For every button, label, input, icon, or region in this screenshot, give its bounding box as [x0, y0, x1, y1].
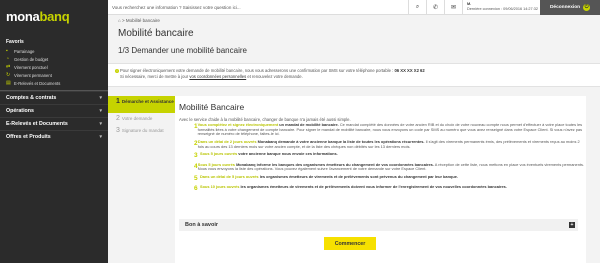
favorite-item-virement-ponctuel[interactable]: ⇄ Virement ponctuel: [0, 63, 108, 71]
search-input[interactable]: Vous recherchez une information ? Saisis…: [108, 0, 408, 15]
power-icon: ⏻: [583, 3, 591, 11]
home-icon[interactable]: ⌂: [118, 18, 121, 23]
nav-erelevés-documents[interactable]: E-Relevés et Documents ▾: [0, 117, 108, 130]
last-login: Dernière connexion : 09/06/2016 14:27:32: [467, 6, 538, 11]
favorites-title: Favoris: [6, 39, 24, 45]
chevron-down-icon: ▾: [99, 134, 102, 140]
info-box: i Pour signer électroniquement votre dem…: [108, 63, 600, 87]
list-item: 5 Dans un délai de 5 jours ouvrés les org…: [194, 173, 458, 182]
mail-icon[interactable]: ✉: [444, 0, 462, 15]
nav-comptes-contrats[interactable]: Comptes & contrats ▾: [0, 91, 108, 104]
step-title: 1/3 Demander une mobilité bancaire: [118, 46, 247, 55]
favorite-item-budget[interactable]: ◔ Gestion de budget: [0, 55, 108, 63]
bon-a-savoir-toggle[interactable]: Bon à savoir +: [179, 219, 578, 231]
list-item: 1 Vous complétez et signez électroniqueme…: [194, 122, 583, 137]
user-info[interactable]: M. Dernière connexion : 09/06/2016 14:27…: [462, 0, 540, 15]
personal-info-link[interactable]: vos coordonnées personnelles: [189, 74, 246, 79]
pie-chart-icon: ◔: [6, 55, 10, 62]
favorite-item-parrainage[interactable]: ▪ Parrainage: [0, 47, 108, 55]
phone-number: 06 XX XX X2 62: [394, 68, 425, 73]
list-item: 3 Sous 5 jours ouvrés votre ancienne banq…: [194, 151, 338, 160]
sidebar: monabanq Favoris ▪ Parrainage ◔ Gestion de…: [0, 0, 108, 263]
recurring-transfer-icon: ↻: [6, 71, 11, 78]
favorite-item-erelevés[interactable]: ▤ E-Relevés et Documents: [0, 79, 108, 87]
chevron-down-icon: ▾: [99, 108, 102, 114]
transfer-icon: ⇄: [6, 63, 11, 70]
phone-icon[interactable]: ✆: [426, 0, 444, 15]
chevron-down-icon: ▾: [99, 95, 102, 101]
list-item: 2 Dans un délai de 2 jours ouvrés Monaban…: [194, 138, 580, 149]
chevron-down-icon: ▾: [99, 121, 102, 127]
page-title: Mobilité bancaire: [118, 28, 194, 39]
nav-operations[interactable]: Opérations ▾: [0, 104, 108, 117]
step-1[interactable]: 1 Démarche et Assistance: [108, 96, 175, 113]
process-list: 1 Vous complétez et signez électroniqueme…: [194, 122, 584, 195]
content-panel: Mobilité Bancaire Avec le service d'aide…: [175, 96, 586, 263]
nav-offres-produits[interactable]: Offres et Produits ▾: [0, 130, 108, 143]
info-icon: i: [115, 69, 119, 73]
favorite-item-virement-permanent[interactable]: ↻ Virement permanent: [0, 71, 108, 79]
list-item: 4 Sous 5 jours ouvrés Monabanq informe le…: [194, 161, 584, 172]
list-item: 6 Sous 10 jours ouvrés les organismes éme…: [194, 184, 507, 193]
step-3: 3 Signature du mandat: [116, 127, 164, 134]
search-icon[interactable]: ⌕: [408, 0, 426, 15]
top-bar: Vous recherchez une information ? Saisis…: [108, 0, 600, 15]
plus-icon: +: [569, 222, 575, 228]
step-2: 2 Votre demande: [116, 115, 153, 122]
app-root: monabanq Favoris ▪ Parrainage ◔ Gestion de…: [0, 0, 600, 263]
monabanq-logo[interactable]: monabanq: [0, 0, 108, 33]
content-title: Mobilité Bancaire: [179, 102, 245, 112]
document-icon: ▤: [6, 79, 11, 86]
logout-button[interactable]: Déconnexion ⏻: [540, 0, 600, 15]
breadcrumb: ⌂ > Mobilité bancaire: [118, 18, 160, 23]
step-list: 1 Démarche et Assistance 2 Votre demande 3…: [108, 96, 175, 137]
gift-icon: ▪: [6, 47, 8, 54]
start-button[interactable]: Commencer: [324, 237, 376, 250]
